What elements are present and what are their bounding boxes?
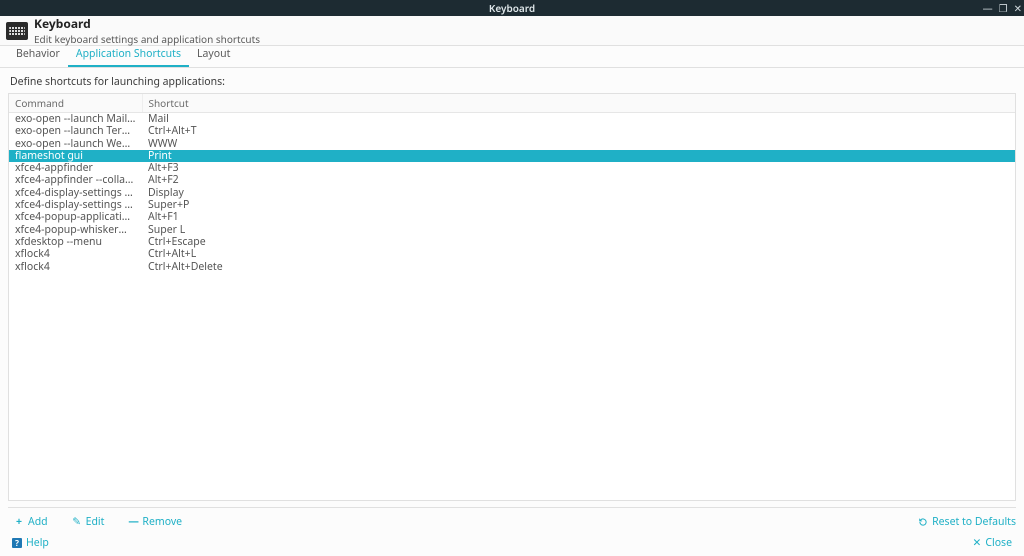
edit-button-label: Edit xyxy=(86,515,105,529)
content: Define shortcuts for launching applicati… xyxy=(0,68,1024,530)
cell-shortcut: Mail xyxy=(142,113,1015,126)
table-row[interactable]: xflock4Ctrl+Alt+Delete xyxy=(9,261,1015,273)
cell-command: xfce4-appfinder xyxy=(9,162,142,174)
cell-command: xfce4-popup-applicationsmenu xyxy=(9,211,142,223)
table-row[interactable]: xfce4-appfinderAlt+F3 xyxy=(9,162,1015,174)
cell-command: xfce4-popup-whiskermenu xyxy=(9,224,142,236)
cell-command: xflock4 xyxy=(9,248,142,260)
table-row[interactable]: xflock4Ctrl+Alt+L xyxy=(9,248,1015,260)
help-icon: ? xyxy=(12,538,22,548)
remove-button-label: Remove xyxy=(142,515,182,529)
tab-application-shortcuts[interactable]: Application Shortcuts xyxy=(68,43,189,67)
tabs: Behavior Application Shortcuts Layout xyxy=(0,46,1024,68)
cell-shortcut: Alt+F1 xyxy=(142,211,1015,223)
tab-layout[interactable]: Layout xyxy=(189,43,238,67)
cell-shortcut: Ctrl+Alt+Delete xyxy=(142,261,1015,273)
table-row[interactable]: exo-open --launch TerminalEmulatorCtrl+A… xyxy=(9,125,1015,137)
cell-command: xflock4 xyxy=(9,261,142,273)
table-row[interactable]: exo-open --launch WebBrowserWWW xyxy=(9,138,1015,150)
table-row[interactable]: xfdesktop --menuCtrl+Escape xyxy=(9,236,1015,248)
cell-command: flameshot gui xyxy=(9,150,142,162)
help-button[interactable]: ? Help xyxy=(12,536,49,550)
edit-button[interactable]: ✎ Edit xyxy=(66,514,111,530)
close-icon: ✕ xyxy=(973,536,982,550)
close-button[interactable]: ✕ Close xyxy=(973,536,1012,550)
cell-shortcut: WWW xyxy=(142,138,1015,150)
action-bar: + Add ✎ Edit — Remove Reset to Defaults xyxy=(8,507,1016,530)
table-row[interactable]: xfce4-appfinder --collapsedAlt+F2 xyxy=(9,174,1015,186)
cell-command: xfce4-display-settings --minimal xyxy=(9,187,142,199)
cell-shortcut: Print xyxy=(142,150,1015,162)
plus-icon: + xyxy=(14,515,24,529)
cell-shortcut: Super L xyxy=(142,224,1015,236)
cell-shortcut: Alt+F2 xyxy=(142,174,1015,186)
cell-command: xfce4-appfinder --collapsed xyxy=(9,174,142,186)
cell-command: exo-open --launch WebBrowser xyxy=(9,138,142,150)
reset-defaults-label: Reset to Defaults xyxy=(932,515,1016,529)
add-button-label: Add xyxy=(28,515,48,529)
window-controls: — ❐ ✕ xyxy=(983,0,1022,16)
table-row[interactable]: xfce4-display-settings --minimalDisplay xyxy=(9,187,1015,199)
minus-icon: — xyxy=(128,515,138,529)
minimize-icon[interactable]: — xyxy=(983,3,993,13)
tab-behavior[interactable]: Behavior xyxy=(8,43,68,67)
cell-shortcut: Ctrl+Escape xyxy=(142,236,1015,248)
table-row[interactable]: xfce4-display-settings --minimalSuper+P xyxy=(9,199,1015,211)
cell-shortcut: Ctrl+Alt+T xyxy=(142,125,1015,137)
header: Keyboard Edit keyboard settings and appl… xyxy=(0,16,1024,46)
pencil-icon: ✎ xyxy=(72,515,82,529)
cell-shortcut: Display xyxy=(142,187,1015,199)
header-text: Keyboard Edit keyboard settings and appl… xyxy=(34,15,260,46)
bottom-bar: ? Help ✕ Close xyxy=(0,530,1024,556)
titlebar: Keyboard — ❐ ✕ xyxy=(0,0,1024,16)
reset-defaults-button[interactable]: Reset to Defaults xyxy=(918,515,1016,529)
cell-command: exo-open --launch TerminalEmulator xyxy=(9,125,142,137)
shortcuts-table-wrap: Command Shortcut exo-open --launch MailR… xyxy=(8,93,1016,501)
maximize-icon[interactable]: ❐ xyxy=(999,3,1008,13)
help-button-label: Help xyxy=(26,536,49,550)
cell-shortcut: Ctrl+Alt+L xyxy=(142,248,1015,260)
window-title: Keyboard xyxy=(0,1,1024,15)
table-row[interactable]: flameshot guiPrint xyxy=(9,150,1015,162)
revert-icon xyxy=(918,517,928,527)
table-row[interactable]: xfce4-popup-applicationsmenuAlt+F1 xyxy=(9,211,1015,223)
column-header-shortcut[interactable]: Shortcut xyxy=(142,94,1015,113)
cell-command: xfdesktop --menu xyxy=(9,236,142,248)
define-shortcuts-label: Define shortcuts for launching applicati… xyxy=(8,73,1016,93)
cell-command: exo-open --launch MailReader xyxy=(9,113,142,126)
cell-shortcut: Super+P xyxy=(142,199,1015,211)
table-row[interactable]: xfce4-popup-whiskermenuSuper L xyxy=(9,224,1015,236)
table-row[interactable]: exo-open --launch MailReaderMail xyxy=(9,113,1015,126)
cell-shortcut: Alt+F3 xyxy=(142,162,1015,174)
add-button[interactable]: + Add xyxy=(8,514,54,530)
remove-button[interactable]: — Remove xyxy=(122,514,188,530)
shortcuts-table: Command Shortcut exo-open --launch MailR… xyxy=(9,94,1015,273)
keyboard-icon xyxy=(6,22,28,40)
close-window-icon[interactable]: ✕ xyxy=(1014,3,1022,13)
header-title: Keyboard xyxy=(34,15,260,32)
column-header-command[interactable]: Command xyxy=(9,94,142,113)
cell-command: xfce4-display-settings --minimal xyxy=(9,199,142,211)
close-button-label: Close xyxy=(985,536,1012,550)
